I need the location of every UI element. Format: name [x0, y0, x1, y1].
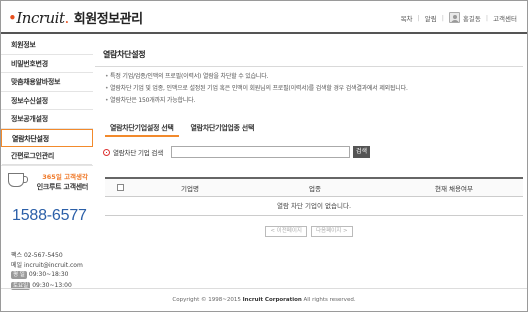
company-search-input[interactable] — [170, 146, 350, 158]
cs-center-label: 인크루트 고객센터 — [36, 183, 89, 191]
nav-link-customer-center[interactable]: 고객센터 — [493, 13, 517, 23]
incruit-logo: •Incruit. — [8, 9, 69, 27]
notice-list: 특정 기업/업종/인맥의 프로필(이력서) 열람을 차단할 수 있습니다. 열람… — [105, 71, 408, 107]
cs-weekday-hours: 평 일 09:30~18:30 — [11, 271, 68, 279]
nav-link-contents[interactable]: 목차 — [401, 13, 413, 23]
section-title: 열람차단설정 — [103, 50, 146, 59]
nav-divider: | — [441, 13, 444, 22]
user-avatar-icon[interactable] — [448, 12, 460, 23]
notice-item: 열람차단 기업 및 업종, 인맥으로 설정된 기업 혹은 인맥이 회원님의 프로… — [105, 83, 408, 95]
nav-divider: | — [417, 13, 420, 22]
column-header-hiring-status: 현재 채용여부 — [435, 184, 473, 193]
nav-divider: | — [485, 13, 489, 22]
nav-link-alerts[interactable]: 알림 — [425, 13, 437, 23]
notice-item: 특정 기업/업종/인맥의 프로필(이력서) 열람을 차단할 수 있습니다. — [105, 71, 408, 83]
footer-company: Incruit Corporation — [242, 297, 302, 303]
cs-hours-badge: 365일 고객생각 — [42, 173, 88, 181]
footer: Copyright © 1998~2015 Incruit Corporatio… — [1, 288, 527, 311]
footer-rights: All rights reserved. — [303, 297, 356, 303]
logo[interactable]: •Incruit. 회원정보관리 — [8, 8, 143, 28]
title-divider — [95, 66, 523, 67]
sidebar-item-member-info[interactable]: 회원정보 — [1, 36, 93, 55]
target-bullet-icon — [103, 148, 110, 156]
pagination: < 이전페이지 다음페이지 > — [95, 226, 523, 237]
select-all-cell — [105, 184, 135, 191]
empty-table-message: 열람 차단 기업이 없습니다. — [105, 197, 523, 216]
select-all-checkbox[interactable] — [116, 184, 124, 191]
column-header-industry: 업종 — [309, 184, 321, 193]
cs-email[interactable]: 메일 incruit@incruit.com — [11, 260, 83, 269]
weekday-hours-text: 09:30~18:30 — [28, 271, 69, 278]
top-nav: 목차 | 알림 | 홍길동 | 고객센터 — [401, 12, 517, 23]
page-heading: 회원정보관리 — [73, 12, 143, 27]
sidebar-item-privacy-settings[interactable]: 정보공개설정 — [1, 110, 93, 129]
sidebar-item-change-password[interactable]: 비밀번호변경 — [1, 55, 93, 73]
weekday-tag: 평 일 — [11, 271, 27, 279]
cs-phone-number: 1588-6577 — [12, 207, 87, 224]
company-search-row: 열람차단 기업 검색 검색 — [103, 146, 371, 158]
sidebar: 회원정보 비밀번호변경 맞춤채용알바정보 정보수신설정 정보공개설정 열람차단설… — [1, 36, 93, 290]
tab-bar: 열람차단기업설정 선택 열람차단기업업종 선택 — [105, 122, 259, 137]
tab-block-company[interactable]: 열람차단기업설정 선택 — [105, 122, 179, 137]
coffee-cup-icon — [8, 173, 28, 187]
table-header: 기업명 업종 현재 채용여부 — [105, 177, 523, 197]
main-content: 열람차단설정 특정 기업/업종/인맥의 프로필(이력서) 열람을 차단할 수 있… — [95, 36, 523, 286]
tab-block-industry[interactable]: 열람차단기업업종 선택 — [186, 122, 260, 137]
sidebar-item-subscription-settings[interactable]: 정보수신설정 — [1, 92, 93, 110]
sidebar-item-simple-login[interactable]: 간편로그인관리 — [1, 147, 93, 166]
sidebar-item-block-settings[interactable]: 열람차단설정 — [1, 128, 93, 147]
search-button[interactable]: 검색 — [352, 146, 371, 158]
search-label: 열람차단 기업 검색 — [113, 149, 163, 157]
sidebar-menu: 회원정보 비밀번호변경 맞춤채용알바정보 정보수신설정 정보공개설정 열람차단설… — [1, 36, 93, 166]
footer-copyright: Copyright © 1998~2015 — [172, 297, 241, 303]
prev-page-button[interactable]: < 이전페이지 — [265, 226, 307, 237]
user-name[interactable]: 홍길동 — [463, 13, 481, 23]
column-header-company: 기업명 — [181, 184, 199, 193]
next-page-button[interactable]: 다음페이지 > — [311, 226, 353, 237]
header: •Incruit. 회원정보관리 목차 | 알림 | 홍길동 | 고객센터 — [1, 1, 527, 34]
notice-item: 열람차단은 150개까지 가능합니다. — [105, 95, 408, 107]
customer-service-box: 365일 고객생각 인크루트 고객센터 1588-6577 팩스 02-567-… — [2, 164, 92, 308]
sidebar-item-custom-jobs[interactable]: 맞춤채용알바정보 — [1, 73, 93, 92]
cs-header: 365일 고객생각 인크루트 고객센터 — [2, 165, 92, 199]
cs-fax: 팩스 02-567-5450 — [11, 252, 63, 259]
blocked-company-table: 기업명 업종 현재 채용여부 열람 차단 기업이 없습니다. — [105, 177, 523, 216]
